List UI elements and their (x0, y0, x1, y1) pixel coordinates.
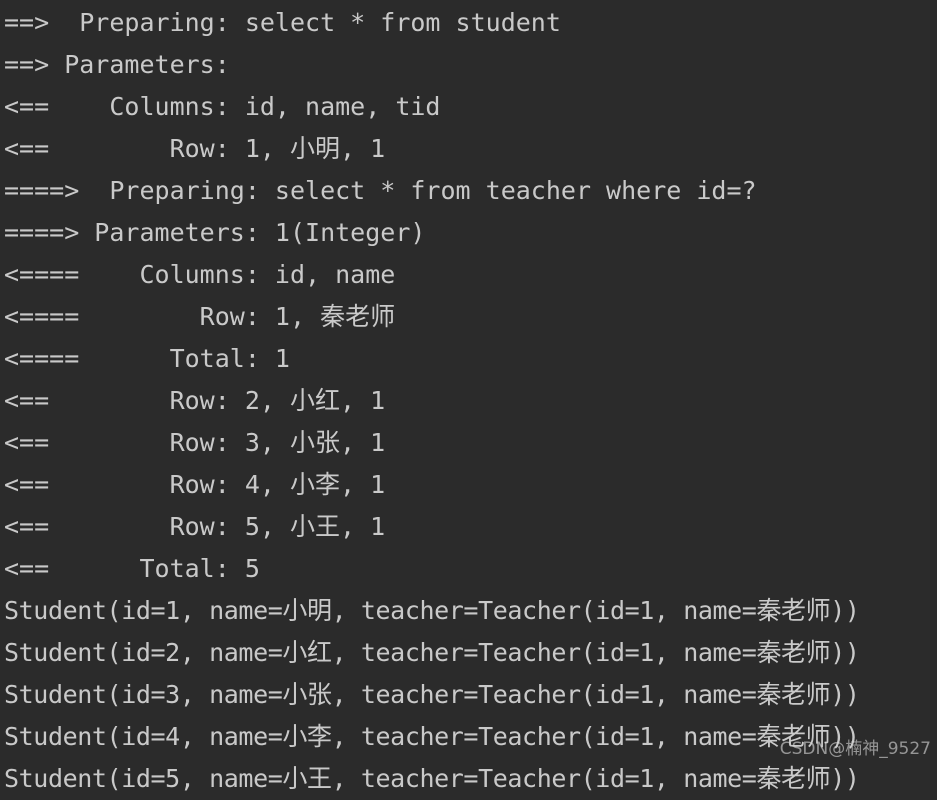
log-line-columns-teacher: <==== Columns: id, name (4, 260, 396, 289)
log-line-row-student-4: <== Row: 4, 小李, 1 (4, 470, 386, 499)
log-line-row-student-5: <== Row: 5, 小王, 1 (4, 512, 386, 541)
log-line-row-student-2: <== Row: 2, 小红, 1 (4, 386, 386, 415)
log-line-columns-student: <== Columns: id, name, tid (4, 92, 441, 121)
log-line-list: ==> Preparing: select * from student ==> … (4, 2, 937, 800)
log-line-prepare-student: ==> Preparing: select * from student (4, 8, 561, 37)
log-line-params-teacher: ====> Parameters: 1(Integer) (4, 218, 426, 247)
log-line-result-student-1: Student(id=1, name=小明, teacher=Teacher(i… (4, 596, 860, 625)
console-output-panel[interactable]: ==> Preparing: select * from student ==> … (0, 0, 937, 793)
log-line-params-student: ==> Parameters: (4, 50, 245, 79)
log-line-result-student-5: Student(id=5, name=小王, teacher=Teacher(i… (4, 764, 860, 793)
log-line-row-student-3: <== Row: 3, 小张, 1 (4, 428, 386, 457)
log-line-total-teacher: <==== Total: 1 (4, 344, 290, 373)
log-line-total-student: <== Total: 5 (4, 554, 260, 583)
log-line-prepare-teacher: ====> Preparing: select * from teacher w… (4, 176, 757, 205)
log-line-row-teacher-1: <==== Row: 1, 秦老师 (4, 302, 396, 331)
log-line-result-student-2: Student(id=2, name=小红, teacher=Teacher(i… (4, 638, 860, 667)
log-line-result-student-4: Student(id=4, name=小李, teacher=Teacher(i… (4, 722, 860, 751)
log-line-row-student-1: <== Row: 1, 小明, 1 (4, 134, 386, 163)
log-line-result-student-3: Student(id=3, name=小张, teacher=Teacher(i… (4, 680, 860, 709)
